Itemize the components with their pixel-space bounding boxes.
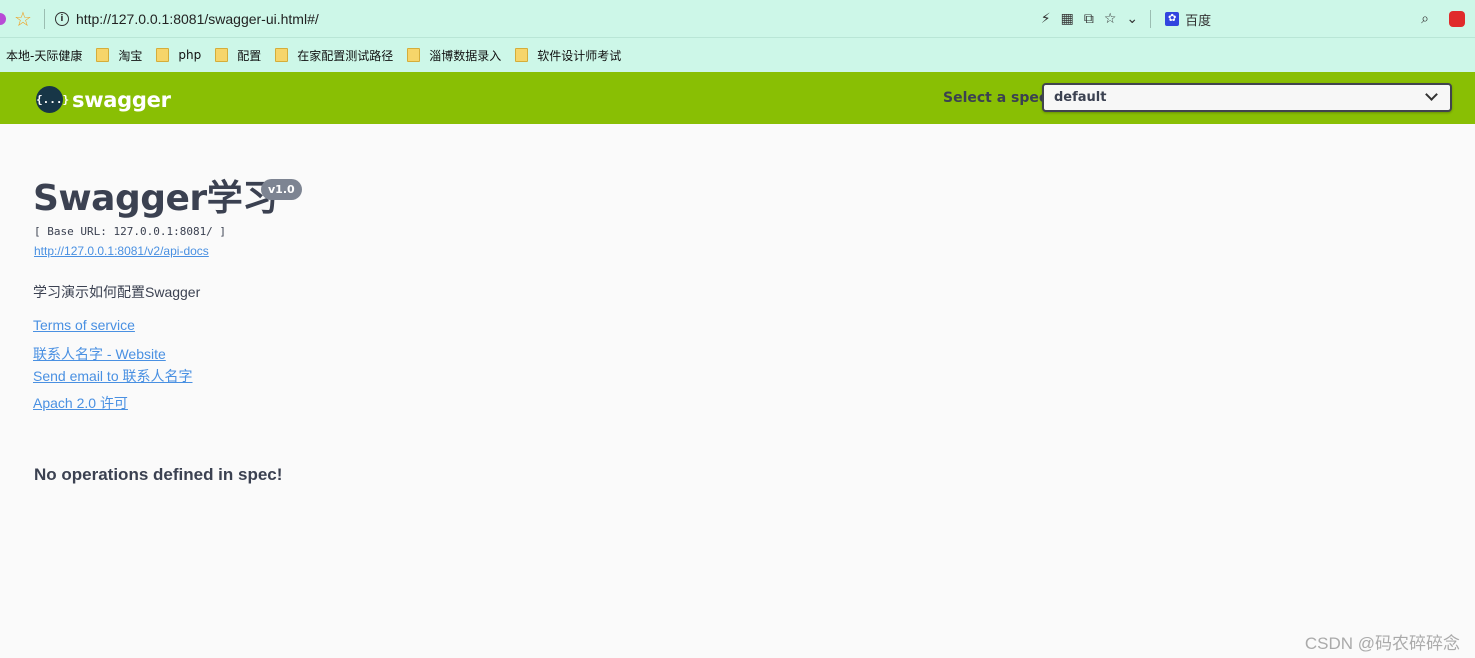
version-badge: v1.0 (261, 179, 302, 200)
divider (43, 8, 45, 29)
bookmark-item[interactable]: php (156, 48, 201, 62)
swagger-topbar: {...} swagger Select a spec default (0, 72, 1475, 124)
extension-icon[interactable] (0, 12, 6, 25)
bookmarks-bar: 本地-天际健康 淘宝 php 配置 在家配置测试路径 淄博数据录入 软件设计师考… (0, 38, 1475, 72)
folder-icon (275, 48, 289, 62)
qrcode-icon[interactable]: ▦ (1061, 12, 1074, 26)
logo-text: swagger (72, 87, 171, 112)
translate-icon[interactable]: ⧉ (1084, 12, 1094, 26)
folder-icon (156, 48, 170, 62)
bookmark-label: 淘宝 (118, 48, 143, 63)
bookmark-label: 配置 (237, 48, 262, 63)
address-bar-actions: ⚡ ▦ ⧉ ☆ ⌄ ✿ 百度 ⌕ (1031, 0, 1475, 38)
favorites-star-icon[interactable]: ☆ (14, 9, 32, 29)
license-link[interactable]: Apach 2.0 许可 (33, 393, 128, 413)
no-operations-message: No operations defined in spec! (34, 465, 283, 484)
folder-icon (515, 48, 529, 62)
folder-icon (407, 48, 421, 62)
bookmark-label: 软件设计师考试 (537, 48, 622, 63)
select-spec-label: Select a spec (943, 90, 1048, 106)
site-info-icon[interactable]: i (54, 11, 69, 26)
api-docs-link[interactable]: http://127.0.0.1:8081/v2/api-docs (34, 244, 209, 258)
search-engine-label: 百度 (1185, 13, 1212, 29)
divider (1150, 10, 1152, 28)
bookmark-label: 本地-天际健康 (6, 48, 83, 63)
bookmark-item[interactable]: 淘宝 (96, 47, 142, 64)
page-title: Swagger学习 (33, 178, 278, 219)
lightning-icon[interactable]: ⚡ (1041, 12, 1051, 26)
bookmark-star-icon[interactable]: ☆ (1104, 12, 1117, 26)
folder-icon (215, 48, 229, 62)
bookmark-item[interactable]: 本地-天际健康 (6, 47, 82, 64)
url-field[interactable]: http://127.0.0.1:8081/swagger-ui.html#/ (76, 11, 319, 27)
spec-select[interactable]: default (1042, 83, 1452, 112)
browser-address-bar: ☆ i http://127.0.0.1:8081/swagger-ui.htm… (0, 0, 1475, 38)
bookmark-item[interactable]: 配置 (215, 47, 261, 64)
chevron-down-icon (1425, 88, 1438, 101)
api-description: 学习演示如何配置Swagger (33, 284, 201, 300)
bookmark-label: php (178, 48, 202, 62)
bookmark-item[interactable]: 在家配置测试路径 (275, 47, 393, 64)
swagger-logo[interactable]: {...} swagger (36, 86, 171, 113)
watermark: CSDN @码农碎碎念 (1304, 634, 1460, 653)
bookmark-label: 在家配置测试路径 (297, 48, 394, 63)
bookmark-label: 淄博数据录入 (429, 48, 502, 63)
bookmark-item[interactable]: 软件设计师考试 (515, 47, 621, 64)
terms-of-service-link[interactable]: Terms of service (33, 317, 135, 333)
folder-icon (96, 48, 110, 62)
search-icon[interactable]: ⌕ (1421, 12, 1429, 26)
contact-email-link[interactable]: Send email to 联系人名字 (33, 366, 193, 386)
chevron-down-icon[interactable]: ⌄ (1126, 12, 1138, 26)
search-engine-selector[interactable]: ✿ 百度 (1165, 10, 1211, 29)
base-url: [ Base URL: 127.0.0.1:8081/ ] (34, 225, 227, 238)
game-extension-icon[interactable] (1449, 11, 1465, 27)
contact-website-link[interactable]: 联系人名字 - Website (33, 344, 166, 364)
spec-select-value: default (1054, 90, 1107, 105)
baidu-paw-icon: ✿ (1165, 12, 1180, 26)
swagger-braces-icon: {...} (36, 86, 69, 113)
bookmark-item[interactable]: 淄博数据录入 (407, 47, 501, 64)
